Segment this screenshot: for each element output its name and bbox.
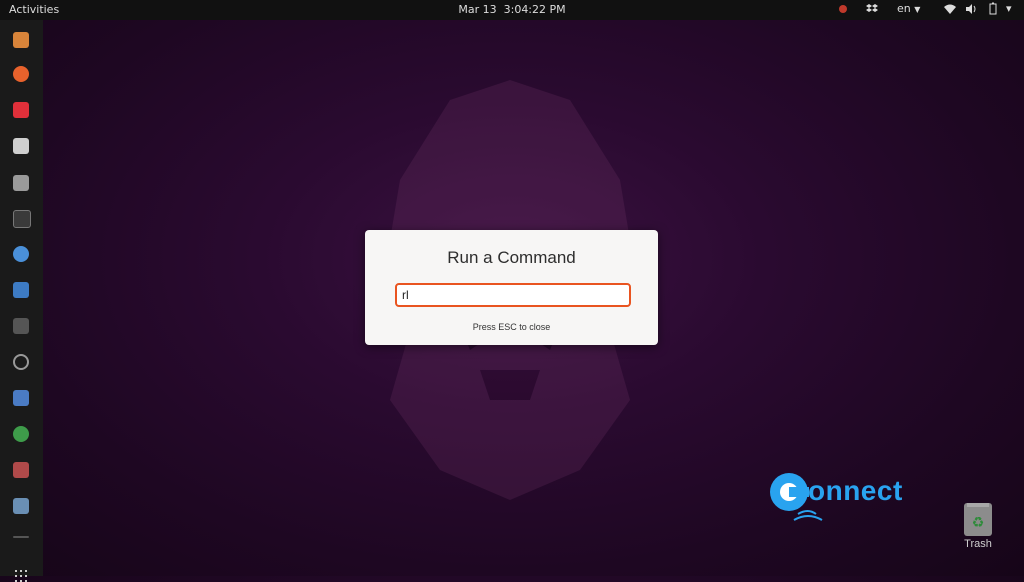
time-label: 3:04:22 PM xyxy=(503,3,566,16)
language-selector[interactable]: en ▼ xyxy=(897,2,920,15)
battery-icon[interactable] xyxy=(988,2,998,19)
device-icon[interactable] xyxy=(13,318,29,334)
dock-separator xyxy=(13,536,29,538)
files-icon[interactable] xyxy=(13,175,29,191)
date-label: Mar 13 xyxy=(458,3,497,16)
language-label: en xyxy=(897,2,911,15)
software-center-icon[interactable] xyxy=(13,354,29,370)
terminal-icon[interactable] xyxy=(13,210,31,228)
record-indicator-icon[interactable] xyxy=(838,2,848,19)
volume-icon[interactable] xyxy=(965,2,977,19)
clock-button[interactable]: Mar 13 3:04:22 PM xyxy=(458,3,565,16)
screenshot-icon[interactable] xyxy=(13,282,29,298)
system-menu-chevron-icon[interactable]: ▾ xyxy=(1006,2,1012,15)
dock xyxy=(0,20,43,582)
trash-desktop-item[interactable]: ♻ Trash xyxy=(955,503,1001,550)
vivaldi-icon[interactable] xyxy=(13,102,29,118)
green-app-icon[interactable] xyxy=(13,426,29,442)
chevron-down-icon: ▼ xyxy=(914,5,921,14)
trash-label: Trash xyxy=(964,538,992,550)
media-app-icon[interactable] xyxy=(13,498,29,514)
activities-button[interactable]: Activities xyxy=(9,3,59,16)
command-input[interactable] xyxy=(395,283,631,307)
dialog-title: Run a Command xyxy=(447,248,576,267)
svg-text:♻: ♻ xyxy=(972,515,985,531)
firefox-icon[interactable] xyxy=(13,66,29,82)
trophy-app-icon[interactable] xyxy=(13,32,29,48)
image-viewer-icon[interactable] xyxy=(13,462,29,478)
trash-icon: ♻ xyxy=(964,503,992,536)
wifi-icon[interactable] xyxy=(944,2,956,19)
close-hint: Press ESC to close xyxy=(472,322,551,332)
text-editor-icon[interactable] xyxy=(13,138,29,154)
browser-icon[interactable] xyxy=(13,246,29,262)
show-applications-icon[interactable] xyxy=(15,570,27,582)
run-command-dialog: Run a Command Press ESC to close xyxy=(365,230,658,345)
app-window-icon[interactable] xyxy=(13,390,29,406)
connect-logo-text: onnect xyxy=(808,475,903,506)
dropbox-icon[interactable] xyxy=(866,2,878,19)
top-bar: Activities Mar 13 3:04:22 PM en ▼ ▾ xyxy=(0,0,1024,20)
